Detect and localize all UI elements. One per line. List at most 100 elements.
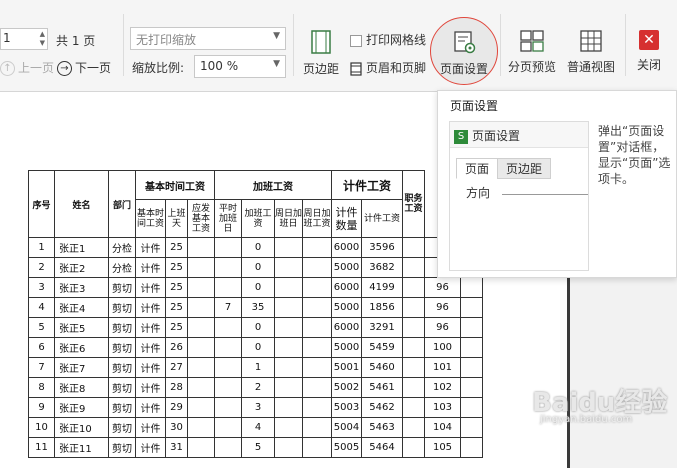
table-cell <box>214 257 242 278</box>
table-cell: 4 <box>241 417 275 438</box>
toolbar-divider <box>123 14 124 76</box>
table-cell: 计件 <box>135 377 166 398</box>
close-label: 关闭 <box>636 58 661 72</box>
table-cell: 26 <box>165 337 188 358</box>
table-cell <box>302 377 332 398</box>
table-cell: 11 <box>28 437 55 458</box>
margins-button[interactable]: 页边距 <box>301 30 341 77</box>
table-cell: 3 <box>241 397 275 418</box>
table-cell: 剪切 <box>108 317 136 338</box>
normal-view-label: 普通视图 <box>566 60 615 74</box>
table-cell: 101 <box>424 357 461 378</box>
table-cell <box>214 397 242 418</box>
total-pages-label: 共 1 页 <box>56 34 96 48</box>
print-gridlines-checkbox[interactable]: 打印网格线 <box>350 31 426 48</box>
normal-view-button[interactable]: 普通视图 <box>564 30 618 75</box>
print-gridlines-label: 打印网格线 <box>366 33 427 47</box>
table-cell <box>460 317 483 338</box>
table-cell <box>302 397 332 418</box>
next-page-label: 下一页 <box>75 61 112 75</box>
table-cell: 6000 <box>331 317 362 338</box>
table-cell: 剪切 <box>108 437 136 458</box>
table-cell: 计件 <box>135 317 166 338</box>
header-footer-button[interactable]: 页眉和页脚 <box>350 59 426 76</box>
table-cell <box>187 417 215 438</box>
table-cell <box>402 417 425 438</box>
table-cell: 104 <box>424 417 461 438</box>
table-cell: 0 <box>241 317 275 338</box>
table-cell: 分检 <box>108 257 136 278</box>
table-cell <box>274 297 303 318</box>
table-cell: 5464 <box>361 437 403 458</box>
wps-spreadsheet-icon: S <box>454 129 468 144</box>
table-cell: 计件 <box>135 417 166 438</box>
table-cell: 剪切 <box>108 417 136 438</box>
table-cell: 5462 <box>361 397 403 418</box>
zoom-select[interactable]: 100 % ▼ <box>194 55 286 78</box>
table-cell <box>302 357 332 378</box>
table-cell <box>214 377 242 398</box>
dialog-preview-header: S 页面设置 <box>450 122 588 148</box>
table-cell <box>274 397 303 418</box>
chevron-down-icon: ▼ <box>273 59 280 69</box>
table-cell: 张正6 <box>54 337 109 358</box>
table-cell: 5 <box>241 437 275 458</box>
table-cell <box>274 257 303 278</box>
header-footer-icon <box>350 61 362 76</box>
grid-view-icon <box>580 30 602 52</box>
table-cell: 30 <box>165 417 188 438</box>
table-cell: 张正5 <box>54 317 109 338</box>
table-cell: 0 <box>241 237 275 258</box>
table-cell: 5003 <box>331 397 362 418</box>
table-row: 6 张正6 剪切 计件 26 0 5000 5459 100 <box>28 337 483 358</box>
table-cell <box>302 257 332 278</box>
close-preview-button[interactable]: ✕ 关闭 <box>632 30 666 73</box>
header-overtime-wage: 加班工资 <box>214 170 332 200</box>
table-cell <box>187 317 215 338</box>
toolbar-divider <box>500 14 501 76</box>
table-cell: 6000 <box>331 277 362 298</box>
table-cell <box>402 257 425 278</box>
table-cell: 计件 <box>135 397 166 418</box>
print-scale-select[interactable]: 无打印缩放 ▼ <box>130 27 286 50</box>
table-cell: 25 <box>165 317 188 338</box>
page-setup-tooltip: 页面设置 S 页面设置 页面 页边距 方向 弹出“页面设置”对话框，显示“页面”选项… <box>437 90 677 278</box>
table-cell: 28 <box>165 377 188 398</box>
subheader-weekday-ot-days: 平时加班日 <box>214 199 242 238</box>
table-cell <box>274 357 303 378</box>
table-cell: 5 <box>28 317 55 338</box>
table-cell <box>187 257 215 278</box>
table-cell <box>302 297 332 318</box>
table-cell: 张正8 <box>54 377 109 398</box>
header-name: 姓名 <box>54 170 109 238</box>
table-cell: 96 <box>424 277 461 298</box>
table-cell: 张正10 <box>54 417 109 438</box>
table-cell: 计件 <box>135 357 166 378</box>
table-cell <box>402 317 425 338</box>
header-footer-label: 页眉和页脚 <box>366 61 427 75</box>
spinner-arrows-icon[interactable]: ▲ ▼ <box>40 30 45 48</box>
tooltip-dialog-preview: S 页面设置 页面 页边距 方向 <box>449 121 589 271</box>
table-cell <box>187 377 215 398</box>
page-setup-button[interactable]: 页面设置 <box>436 30 492 77</box>
table-row: 8 张正8 剪切 计件 28 2 5002 5461 102 <box>28 377 483 398</box>
subheader-basic-time: 基本时间工资 <box>135 199 166 238</box>
page-break-preview-label: 分页预览 <box>507 60 556 74</box>
page-number-input[interactable]: 1 ▲ ▼ <box>0 28 48 50</box>
print-preview-ribbon: 1 ▲ ▼ 共 1 页 ↑ 上一页 → 下一页 无打印缩放 ▼ 缩放比例: 100 %… <box>0 0 677 92</box>
tab-page: 页面 <box>456 158 499 179</box>
page-setup-label: 页面设置 <box>439 62 488 76</box>
watermark-url: jingyan.baidu.com <box>540 414 633 425</box>
table-cell: 7 <box>214 297 242 318</box>
table-cell: 3682 <box>361 257 403 278</box>
table-cell <box>187 437 215 458</box>
table-row: 10 张正10 剪切 计件 30 4 5004 5463 104 <box>28 417 483 438</box>
table-cell <box>402 357 425 378</box>
table-cell <box>187 297 215 318</box>
next-page-button[interactable]: → 下一页 <box>57 59 111 76</box>
table-cell: 105 <box>424 437 461 458</box>
header-dept: 部门 <box>108 170 136 238</box>
table-cell: 5461 <box>361 377 403 398</box>
prev-page-button[interactable]: ↑ 上一页 <box>0 59 54 76</box>
page-break-preview-button[interactable]: 分页预览 <box>506 30 558 75</box>
